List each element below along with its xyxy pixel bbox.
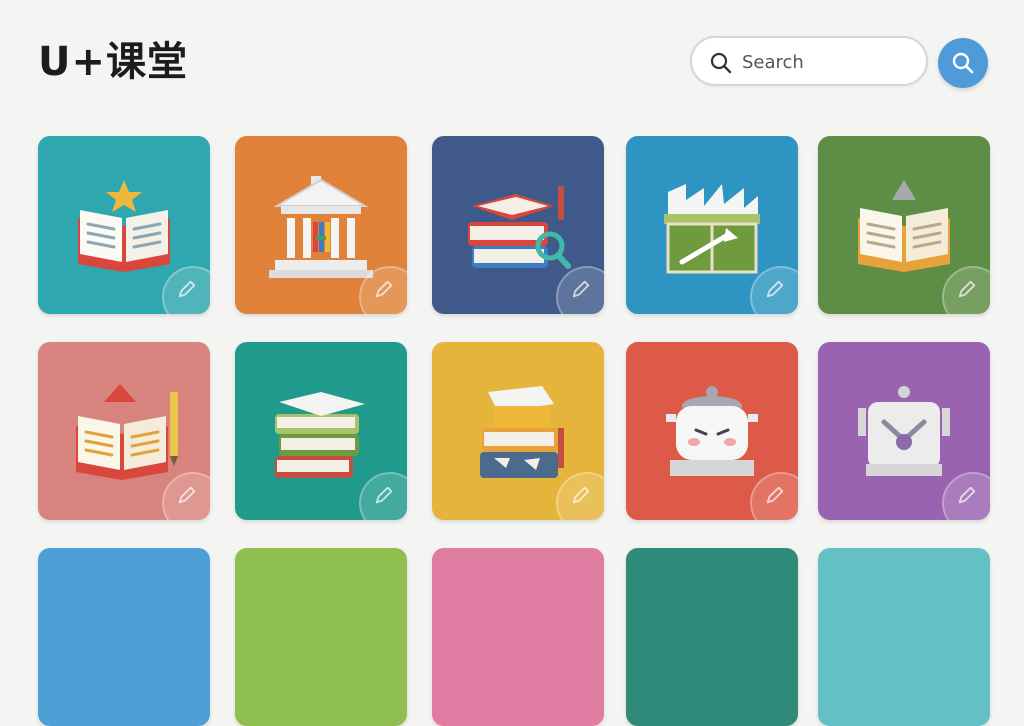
pencil-icon bbox=[958, 486, 976, 504]
course-tile[interactable] bbox=[432, 342, 604, 520]
course-tile[interactable] bbox=[235, 136, 407, 314]
pencil-icon bbox=[178, 486, 196, 504]
search-icon bbox=[952, 52, 974, 74]
course-tile[interactable] bbox=[818, 136, 990, 314]
course-tile[interactable] bbox=[432, 548, 604, 726]
course-tile[interactable] bbox=[235, 548, 407, 726]
course-tile[interactable] bbox=[38, 136, 210, 314]
search-icon bbox=[710, 52, 732, 74]
pencil-icon bbox=[766, 486, 784, 504]
course-tile[interactable] bbox=[235, 342, 407, 520]
course-tile[interactable] bbox=[818, 548, 990, 726]
pencil-icon bbox=[375, 280, 393, 298]
library-building-icon bbox=[269, 176, 373, 278]
pencil-icon bbox=[572, 280, 590, 298]
pencil-icon bbox=[178, 280, 196, 298]
search-box[interactable] bbox=[690, 36, 928, 86]
course-tile[interactable] bbox=[626, 548, 798, 726]
course-tile[interactable] bbox=[38, 548, 210, 726]
app-title: U+课堂 bbox=[38, 39, 188, 85]
open-book-mountain-icon bbox=[858, 180, 950, 272]
course-tile[interactable] bbox=[432, 136, 604, 314]
header: U+课堂 bbox=[0, 0, 1024, 120]
course-tile[interactable] bbox=[626, 136, 798, 314]
open-book-star-icon bbox=[78, 180, 170, 272]
castle-box-icon bbox=[664, 184, 760, 274]
course-tile[interactable] bbox=[38, 342, 210, 520]
book-stack-graduation-cap-icon bbox=[275, 392, 365, 478]
pencil-icon bbox=[572, 486, 590, 504]
cooking-pot-face-icon bbox=[666, 386, 758, 476]
pencil-icon bbox=[766, 280, 784, 298]
book-stack-box-icon bbox=[480, 386, 564, 478]
open-book-pencil-icon bbox=[76, 384, 178, 480]
course-tile[interactable] bbox=[818, 342, 990, 520]
course-tile[interactable] bbox=[626, 342, 798, 520]
search-button[interactable] bbox=[938, 38, 988, 88]
book-stack-magnifier-icon bbox=[468, 186, 571, 269]
pencil-icon bbox=[375, 486, 393, 504]
machine-wrench-icon bbox=[858, 386, 950, 476]
pencil-icon bbox=[958, 280, 976, 298]
search-input[interactable] bbox=[742, 48, 912, 76]
